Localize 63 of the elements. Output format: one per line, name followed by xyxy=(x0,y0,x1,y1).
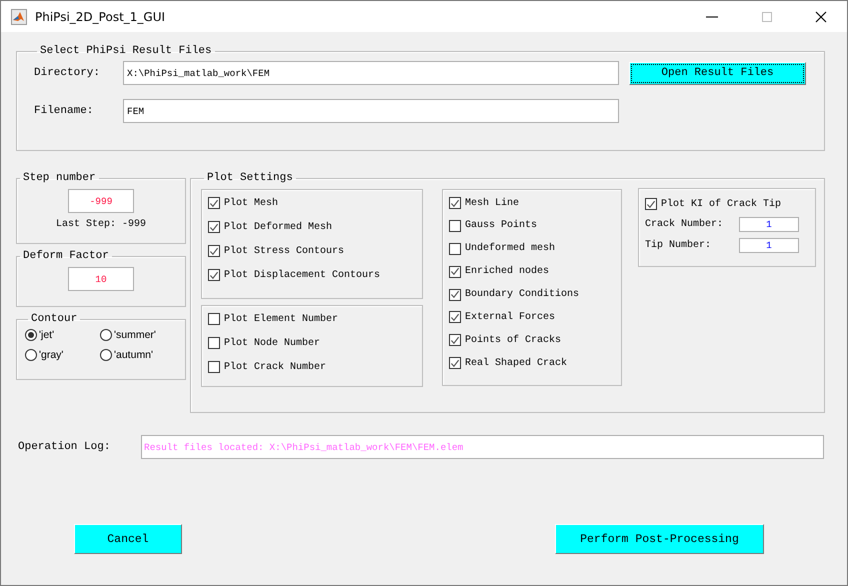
checkbox-label[interactable]: Plot Node Number xyxy=(224,338,320,348)
panel-title: Plot Settings xyxy=(206,172,294,184)
checkbox-label[interactable]: Plot Displacement Contours xyxy=(224,270,380,280)
step-field[interactable]: -999 xyxy=(68,189,134,213)
window-title: PhiPsi_2D_Post_1_GUI xyxy=(35,10,166,24)
checkbox[interactable] xyxy=(449,242,461,255)
checkbox[interactable] xyxy=(208,221,220,233)
checkbox-label[interactable]: Real Shaped Crack xyxy=(465,358,568,369)
checkbox[interactable] xyxy=(645,198,657,210)
directory-field[interactable]: X:\PhiPsi_matlab_work\FEM xyxy=(123,61,619,85)
log-label: Operation Log: xyxy=(18,441,112,453)
cancel-button[interactable]: Cancel xyxy=(74,524,182,554)
checkbox[interactable] xyxy=(208,337,220,349)
deform-field[interactable]: 10 xyxy=(68,267,134,291)
close-icon[interactable] xyxy=(815,10,827,22)
checkbox-label[interactable]: Plot Mesh xyxy=(224,198,278,208)
radio-label[interactable]: 'jet' xyxy=(39,329,54,341)
checkbox-label[interactable]: Undeformed mesh xyxy=(465,243,556,254)
checkbox-label[interactable]: Plot Deformed Mesh xyxy=(224,222,332,232)
directory-label: Directory: xyxy=(34,67,102,79)
checkbox[interactable] xyxy=(449,311,461,324)
field-label: Crack Number: xyxy=(645,219,724,230)
radio-button[interactable] xyxy=(25,349,37,361)
panel-title: Step number xyxy=(22,172,97,184)
checkbox[interactable] xyxy=(208,361,220,373)
last-step-text: Last Step: -999 xyxy=(56,219,146,230)
number-field[interactable]: 1 xyxy=(739,217,799,232)
app-icon xyxy=(11,8,27,24)
panel-title: Select PhiPsi Result Files xyxy=(39,45,213,57)
checkbox-label[interactable]: Enriched nodes xyxy=(465,266,550,278)
radio-button[interactable] xyxy=(100,349,112,361)
filename-field[interactable]: FEM xyxy=(123,99,619,123)
radio-label[interactable]: 'autumn' xyxy=(114,349,154,361)
checkbox-label[interactable]: Plot Crack Number xyxy=(224,362,326,372)
filename-label: Filename: xyxy=(34,105,94,117)
checkbox-label[interactable]: Boundary Conditions xyxy=(465,289,580,300)
checkbox[interactable] xyxy=(449,357,461,370)
field-label: Tip Number: xyxy=(645,240,712,251)
checkbox-label[interactable]: Plot KI of Crack Tip xyxy=(661,198,782,210)
radio-button[interactable] xyxy=(25,329,37,341)
checkbox-label[interactable]: Plot Element Number xyxy=(224,314,338,324)
checkbox[interactable] xyxy=(449,197,461,209)
panel-title: Contour xyxy=(30,313,78,325)
checkbox-label[interactable]: Points of Cracks xyxy=(465,334,562,346)
radio-label[interactable]: 'summer' xyxy=(114,329,156,341)
checkbox[interactable] xyxy=(449,334,461,346)
checkbox-label[interactable]: External Forces xyxy=(465,312,556,323)
checkbox-label[interactable]: Mesh Line xyxy=(465,198,520,208)
checkbox[interactable] xyxy=(449,266,461,278)
open-result-files-button[interactable]: Open Result Files xyxy=(629,62,806,84)
radio-label[interactable]: 'gray' xyxy=(39,349,64,361)
panel-title: Deform Factor xyxy=(22,250,110,262)
checkbox[interactable] xyxy=(208,245,220,257)
checkbox-label[interactable]: Plot Stress Contours xyxy=(224,246,344,256)
perform-button[interactable]: Perform Post-Processing xyxy=(555,524,764,554)
checkbox[interactable] xyxy=(449,220,461,232)
checkbox[interactable] xyxy=(449,288,461,301)
number-field[interactable]: 1 xyxy=(739,238,799,253)
checkbox[interactable] xyxy=(208,313,220,325)
checkbox[interactable] xyxy=(208,197,220,209)
radio-button[interactable] xyxy=(100,329,112,341)
checkbox-label[interactable]: Gauss Points xyxy=(465,220,538,232)
checkbox[interactable] xyxy=(208,269,220,281)
